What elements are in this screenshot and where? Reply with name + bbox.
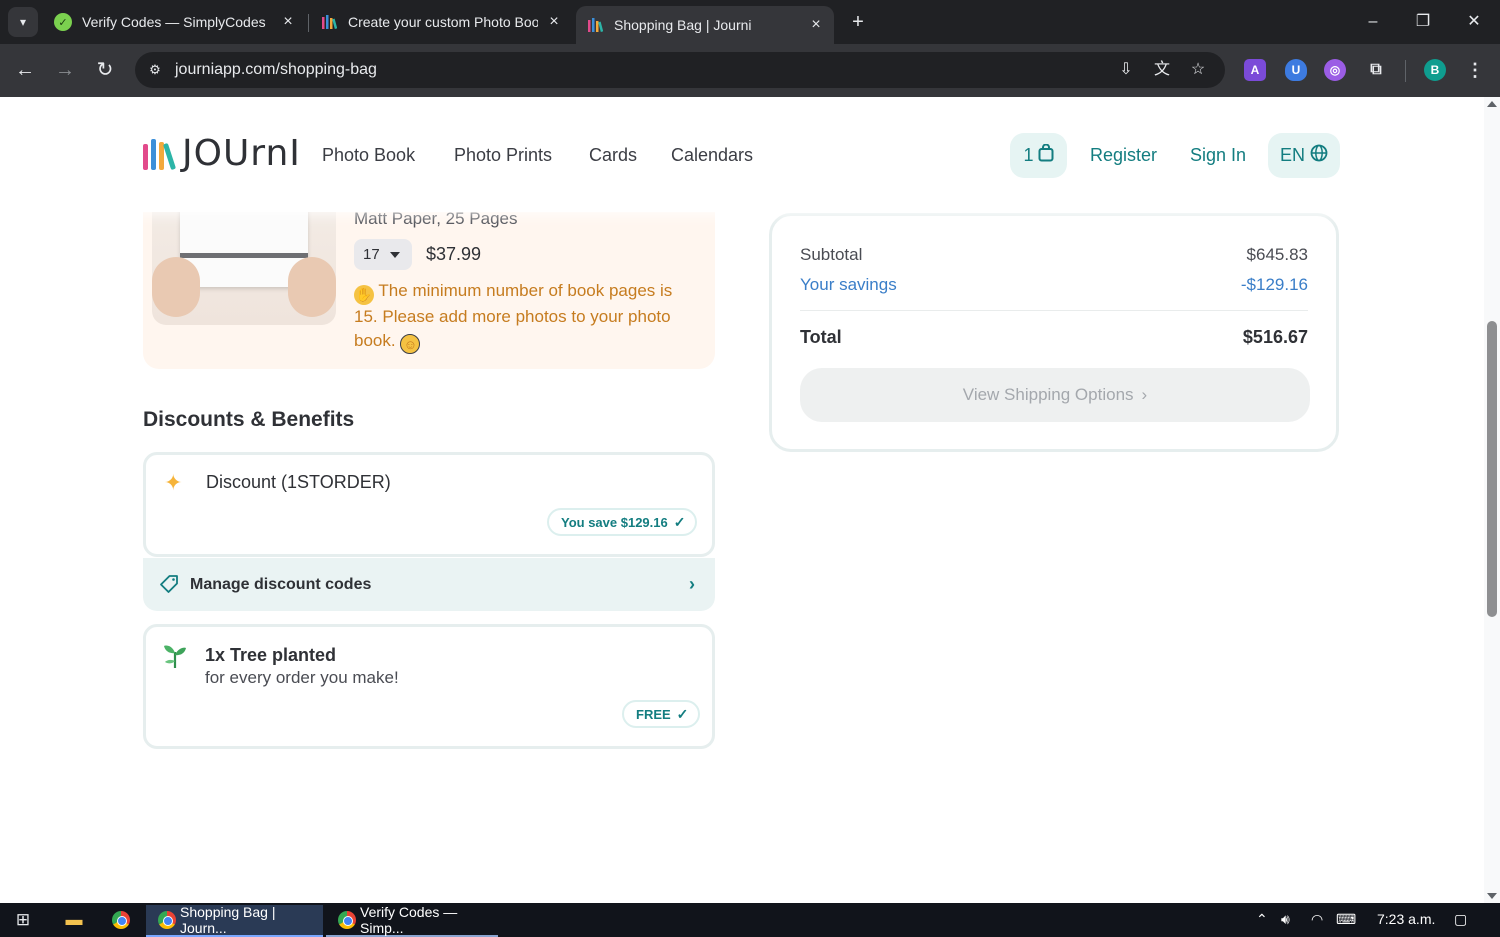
simplycodes-icon: ✓ <box>54 13 72 31</box>
nav-calendars[interactable]: Calendars <box>671 145 753 166</box>
minimize-icon[interactable]: – <box>1358 8 1388 36</box>
globe-icon <box>1310 144 1328 167</box>
journi-logo[interactable]: JOUrnI <box>143 136 301 172</box>
scroll-down-arrow-icon[interactable] <box>1487 893 1497 899</box>
chevron-right-icon: › <box>689 574 695 594</box>
url-text[interactable]: journiapp.com/shopping-bag <box>175 61 377 79</box>
windows-taskbar: ⊞ ▬ Shopping Bag | Journ... Verify Codes… <box>0 903 1500 937</box>
chevron-right-icon: › <box>1141 385 1148 404</box>
tag-icon <box>159 574 179 594</box>
extension-swirl-icon[interactable]: ◎ <box>1324 59 1346 81</box>
minimum-pages-warning: ✋ The minimum number of book pages is 15… <box>354 281 673 354</box>
tab-simplycodes[interactable]: ✓ Verify Codes — SimplyCodes × <box>44 6 306 38</box>
chrome-icon <box>338 911 356 929</box>
item-price: $37.99 <box>426 244 482 264</box>
tree-subtitle: for every order you make! <box>205 668 399 687</box>
close-tab-icon[interactable]: × <box>546 14 562 30</box>
tab-create-photo-book[interactable]: Create your custom Photo Book × <box>310 6 572 38</box>
sparkle-icon: ✦ <box>164 470 183 495</box>
taskbar-app-verify-codes[interactable]: Verify Codes — Simp... <box>326 904 498 937</box>
toolbar-divider <box>1405 60 1406 82</box>
tab-search-button[interactable]: ▾ <box>8 7 38 37</box>
profile-avatar[interactable]: B <box>1424 59 1446 81</box>
browser-toolbar: ← → ↻ ⚙ journiapp.com/shopping-bag ⇩ 文 ☆… <box>0 44 1500 97</box>
site-info-icon[interactable]: ⚙ <box>143 58 167 82</box>
free-badge: FREE ✓ <box>622 700 701 728</box>
taskbar-app-shopping-bag[interactable]: Shopping Bag | Journ... <box>146 904 323 937</box>
shield-extension-icon[interactable]: U <box>1285 59 1307 81</box>
bookmark-star-icon[interactable]: ☆ <box>1187 59 1209 81</box>
back-icon[interactable]: ← <box>11 56 39 84</box>
start-grid-icon[interactable]: ⊞ <box>11 908 35 932</box>
new-tab-button[interactable]: + <box>846 10 870 34</box>
reload-icon[interactable]: ↻ <box>91 56 119 84</box>
extensions-puzzle-icon[interactable]: ⧉ <box>1365 59 1387 81</box>
manage-discount-codes-button[interactable]: Manage discount codes › <box>143 558 715 611</box>
tab-shopping-bag[interactable]: Shopping Bag | Journi × <box>576 6 834 44</box>
sign-in-link[interactable]: Sign In <box>1190 145 1246 166</box>
order-summary-card: Subtotal $645.83 Your savings -$129.16 T… <box>769 213 1339 452</box>
keyboard-icon[interactable]: ⌨ <box>1336 911 1356 928</box>
language-selector[interactable]: EN <box>1268 133 1340 178</box>
check-icon: ✓ <box>676 705 689 722</box>
waving-hand-icon: ✋ <box>354 285 374 305</box>
nav-cards[interactable]: Cards <box>589 145 637 166</box>
volume-icon[interactable]: 🔊︎ <box>1281 911 1290 928</box>
cart-button[interactable]: 1 <box>1010 133 1067 178</box>
summary-divider <box>800 310 1308 311</box>
menu-kebab-icon[interactable]: ⋮ <box>1464 59 1486 81</box>
tree-title: 1x Tree planted <box>205 645 337 665</box>
paper-pages-info: Matt Paper, 25 Pages <box>354 209 518 228</box>
clock[interactable]: 7:23 a.m. <box>1377 911 1435 927</box>
wifi-icon[interactable]: ◠ <box>1311 911 1323 928</box>
notifications-icon[interactable]: ▢ <box>1454 911 1467 928</box>
savings-badge: You save $129.16 ✓ <box>547 508 698 536</box>
quantity-select[interactable]: 17 <box>354 239 412 270</box>
forward-icon[interactable]: → <box>51 56 79 84</box>
chrome-icon <box>158 911 176 929</box>
smile-emoji-icon: ☺ <box>400 333 421 354</box>
register-link[interactable]: Register <box>1090 145 1157 166</box>
extension-a-icon[interactable]: A <box>1244 59 1266 81</box>
shopping-bag-icon <box>1038 143 1054 167</box>
restore-icon[interactable]: ❐ <box>1408 8 1438 36</box>
discounts-section-title: Discounts & Benefits <box>143 408 355 431</box>
tree-planted-card: 1x Tree planted for every order you make… <box>143 624 715 749</box>
page-scrollbar[interactable] <box>1484 97 1500 903</box>
chrome-icon[interactable] <box>109 908 133 932</box>
scroll-up-arrow-icon[interactable] <box>1487 101 1497 107</box>
close-tab-icon[interactable]: × <box>808 17 824 33</box>
scrollbar-thumb[interactable] <box>1487 321 1497 617</box>
journi-icon <box>320 13 338 31</box>
close-window-icon[interactable]: ✕ <box>1459 8 1489 36</box>
browser-tab-bar: ▾ ✓ Verify Codes — SimplyCodes × Create … <box>0 0 1500 44</box>
chevron-down-icon: ▾ <box>19 15 27 29</box>
caret-down-icon <box>390 252 400 258</box>
nav-photo-book[interactable]: Photo Book <box>322 145 415 166</box>
site-header: JOUrnI Photo Book Photo Prints Cards Cal… <box>0 97 1484 212</box>
journi-icon <box>586 16 604 34</box>
nav-photo-prints[interactable]: Photo Prints <box>454 145 552 166</box>
discount-card: ✦ Discount (1STORDER) You save $129.16 ✓ <box>143 452 715 557</box>
file-explorer-icon[interactable]: ▬ <box>62 908 86 932</box>
view-shipping-options-button[interactable]: View Shipping Options › <box>800 368 1310 422</box>
address-bar[interactable]: ⚙ journiapp.com/shopping-bag ⇩ 文 ☆ <box>135 52 1225 88</box>
close-tab-icon[interactable]: × <box>280 14 296 30</box>
tray-chevron-up-icon[interactable]: ⌃ <box>1256 911 1268 928</box>
check-icon: ✓ <box>673 513 686 530</box>
install-app-icon[interactable]: ⇩ <box>1115 59 1137 81</box>
sprout-icon <box>162 641 188 676</box>
tab-divider <box>308 14 309 32</box>
discount-name: Discount (1STORDER) <box>206 472 391 492</box>
translate-icon[interactable]: 文 <box>1151 59 1173 81</box>
logo-bars-icon <box>143 139 177 171</box>
page-viewport: Matt Paper, 25 Pages 17 $37.99 ✋ The min… <box>0 97 1484 903</box>
